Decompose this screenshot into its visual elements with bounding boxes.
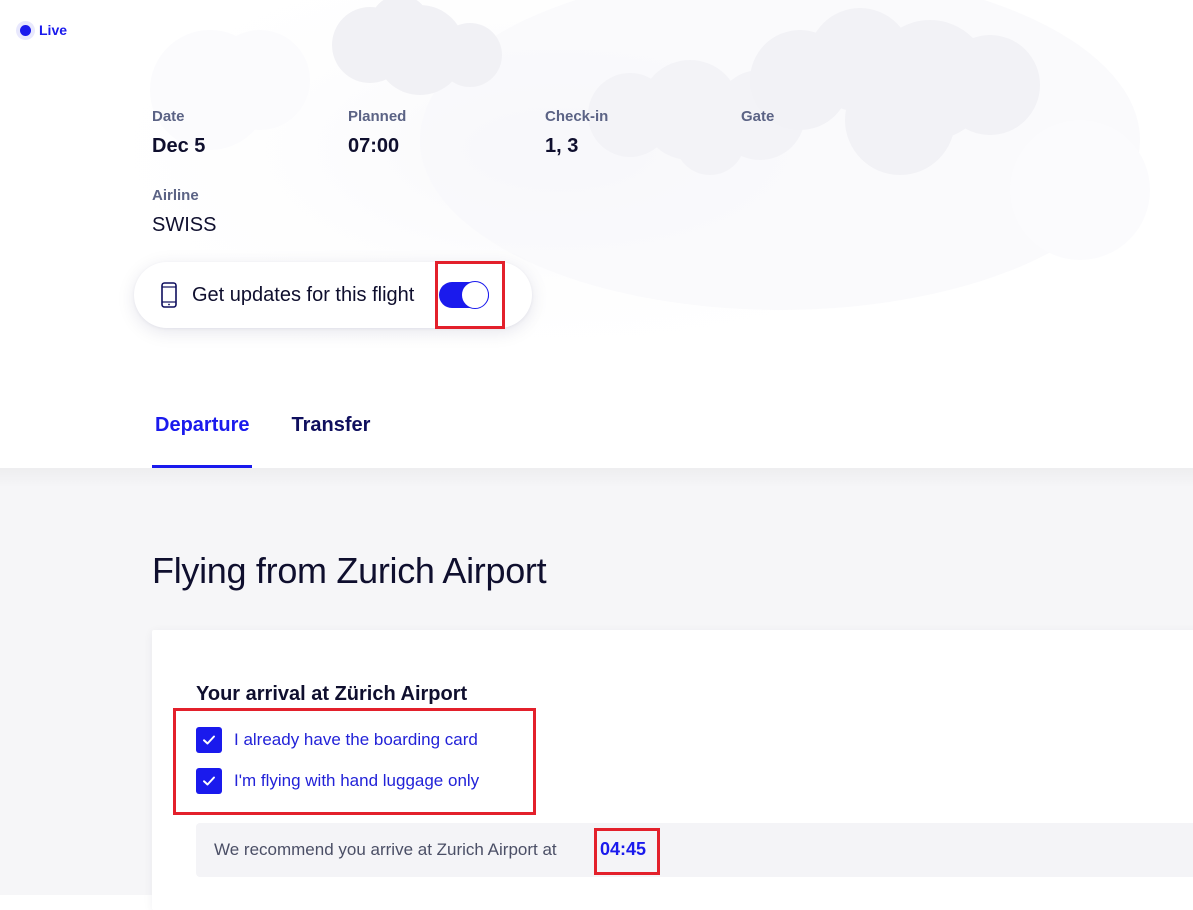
arrival-card-title: Your arrival at Zürich Airport xyxy=(196,683,468,705)
hand-luggage-label[interactable]: I'm flying with hand luggage only xyxy=(234,771,479,791)
hand-luggage-option[interactable]: I'm flying with hand luggage only xyxy=(196,768,479,794)
flight-header: Live Date Dec 5 Planned 07:00 Check-in 1… xyxy=(0,0,1193,468)
boarding-card-option[interactable]: I already have the boarding card xyxy=(196,727,478,753)
boarding-card-label[interactable]: I already have the boarding card xyxy=(234,730,478,750)
updates-label: Get updates for this flight xyxy=(192,284,415,306)
planned-label: Planned xyxy=(348,108,407,125)
planned-value: 07:00 xyxy=(348,135,400,157)
info-airline: Airline SWISS xyxy=(152,187,216,236)
checkmark-icon xyxy=(203,735,215,745)
boarding-card-checkbox[interactable] xyxy=(196,727,222,753)
date-value: Dec 5 xyxy=(152,135,206,157)
live-indicator: Live xyxy=(20,22,67,38)
airline-value: SWISS xyxy=(152,214,217,236)
date-label: Date xyxy=(152,108,185,125)
live-dot-icon xyxy=(20,24,31,36)
phone-icon xyxy=(161,282,177,308)
live-label: Live xyxy=(39,22,68,38)
page-title: Flying from Zurich Airport xyxy=(152,550,547,591)
flight-updates-toggle[interactable] xyxy=(439,281,489,309)
info-checkin: Check-in 1, 3 xyxy=(545,108,608,157)
gate-label: Gate xyxy=(741,108,775,125)
checkmark-icon xyxy=(203,776,215,786)
airline-label: Airline xyxy=(152,187,199,204)
flight-updates-pill: Get updates for this flight xyxy=(134,262,532,328)
tab-departure[interactable]: Departure xyxy=(152,404,253,468)
info-date: Date Dec 5 xyxy=(152,108,205,157)
tab-bar: Departure Transfer xyxy=(152,404,409,468)
info-gate: Gate xyxy=(741,108,774,135)
info-planned: Planned 07:00 xyxy=(348,108,406,157)
toggle-knob xyxy=(461,281,489,309)
checkin-value: 1, 3 xyxy=(545,135,579,157)
tab-transfer[interactable]: Transfer xyxy=(288,404,373,468)
section-shadow xyxy=(0,468,1193,488)
checkin-label: Check-in xyxy=(545,108,609,125)
recommended-arrival-time: 04:45 xyxy=(600,839,647,859)
hand-luggage-checkbox[interactable] xyxy=(196,768,222,794)
arrival-recommendation: We recommend you arrive at Zurich Airpor… xyxy=(196,823,1193,877)
recommendation-text: We recommend you arrive at Zurich Airpor… xyxy=(214,840,557,859)
